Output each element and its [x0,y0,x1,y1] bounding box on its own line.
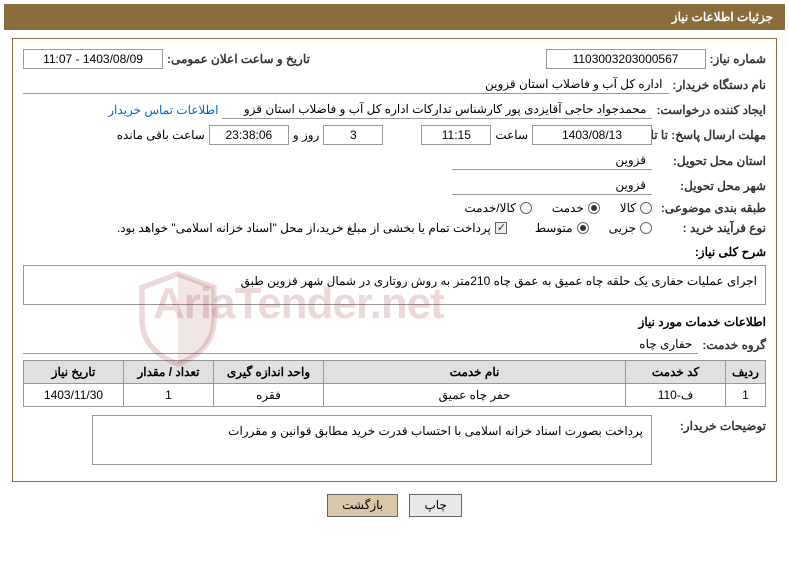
radio-minor-label: جزیی [609,221,636,235]
cell-unit: فقره [214,384,324,407]
delivery-city-label: شهر محل تحویل: [656,179,766,193]
cell-row: 1 [726,384,766,407]
radio-icon [640,202,652,214]
radio-goods[interactable]: کالا [620,201,652,215]
buyer-contact-link[interactable]: اطلاعات تماس خریدار [108,103,218,117]
payment-checkbox[interactable] [495,222,507,234]
details-panel: AriaTender.net شماره نیاز: 1103003203000… [12,38,777,482]
th-qty: تعداد / مقدار [124,361,214,384]
cell-code: ف-110 [626,384,726,407]
announce-datetime-value: 1403/08/09 - 11:07 [23,49,163,69]
cell-date: 1403/11/30 [24,384,124,407]
radio-icon [640,222,652,234]
th-code: کد خدمت [626,361,726,384]
buyer-notes-value: پرداخت بصورت اسناد خزانه اسلامی با احتسا… [92,415,652,465]
subject-class-label: طبقه بندی موضوعی: [656,201,766,215]
th-unit: واحد اندازه گیری [214,361,324,384]
radio-medium[interactable]: متوسط [535,221,589,235]
radio-icon [588,202,600,214]
delivery-province-value: قزوین [452,151,652,170]
delivery-city-value: قزوین [452,176,652,195]
radio-icon [520,202,532,214]
th-row: ردیف [726,361,766,384]
service-group-label: گروه خدمت: [702,338,766,352]
payment-note: پرداخت تمام یا بخشی از مبلغ خرید،از محل … [117,221,491,235]
radio-icon [577,222,589,234]
time-word: ساعت [495,128,528,142]
radio-service-label: خدمت [552,201,584,215]
requester-value: محمدجواد حاجی آقایزدی پور کارشناس تدارکا… [222,100,652,119]
delivery-province-label: استان محل تحویل: [656,154,766,168]
print-button[interactable]: چاپ [409,494,461,517]
table-row: 1 ف-110 حفر چاه عمیق فقره 1 1403/11/30 [24,384,766,407]
th-date: تاریخ نیاز [24,361,124,384]
overall-desc-value: اجرای عملیات حفاری یک حلقه چاه عمیق به ع… [23,265,766,305]
need-number-value: 1103003203000567 [546,49,706,69]
radio-goods-service[interactable]: کالا/خدمت [464,201,531,215]
back-button[interactable]: بازگشت [327,494,398,517]
radio-service[interactable]: خدمت [552,201,600,215]
deadline-label: مهلت ارسال پاسخ: تا تاریخ: [656,128,766,142]
remaining-days-value: 3 [323,125,383,145]
radio-goods-label: کالا [620,201,636,215]
cell-name: حفر چاه عمیق [324,384,626,407]
cell-qty: 1 [124,384,214,407]
buyer-org-label: نام دستگاه خریدار: [673,78,767,92]
services-info-title: اطلاعات خدمات مورد نیاز [23,315,766,329]
page-header: جزئیات اطلاعات نیاز [4,4,785,30]
radio-goods-service-label: کالا/خدمت [464,201,515,215]
radio-medium-label: متوسط [535,221,573,235]
service-group-value: حفاری چاه [23,335,698,354]
need-number-label: شماره نیاز: [710,52,766,66]
buyer-org-value: اداره کل آب و فاضلاب استان قزوین [23,75,669,94]
time-remaining-label: ساعت باقی مانده [117,128,205,142]
deadline-time-value: 11:15 [421,125,491,145]
remaining-time-value: 23:38:06 [209,125,289,145]
th-name: نام خدمت [324,361,626,384]
services-table: ردیف کد خدمت نام خدمت واحد اندازه گیری ت… [23,360,766,407]
buyer-notes-label: توضیحات خریدار: [656,415,766,433]
radio-minor[interactable]: جزیی [609,221,652,235]
footer-buttons: چاپ بازگشت [0,494,789,525]
requester-label: ایجاد کننده درخواست: [656,103,766,117]
purchase-type-label: نوع فرآیند خرید : [656,221,766,235]
announce-datetime-label: تاریخ و ساعت اعلان عمومی: [167,52,310,66]
days-and-label: روز و [293,128,320,142]
deadline-date-value: 1403/08/13 [532,125,652,145]
overall-desc-label: شرح کلی نیاز: [23,245,766,259]
